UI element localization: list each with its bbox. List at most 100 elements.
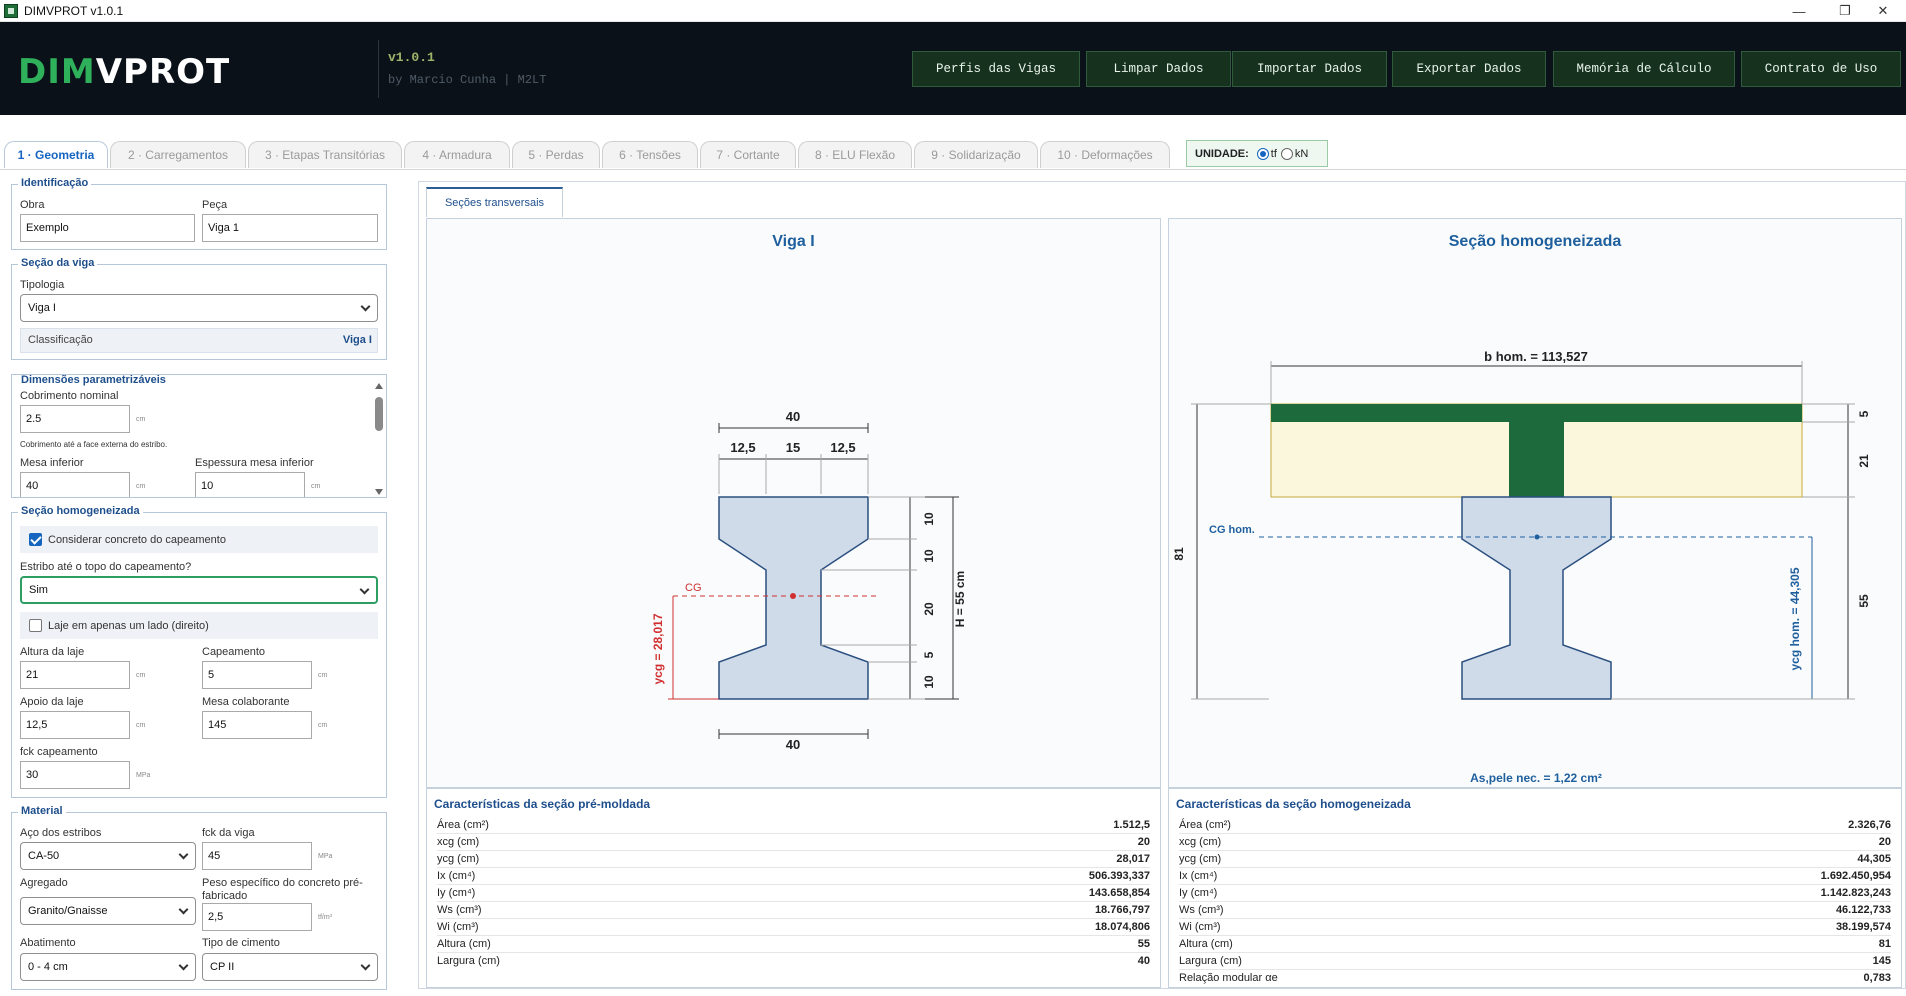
close-button[interactable]: ✕ <box>1860 0 1906 22</box>
agregado-label: Agregado <box>20 877 68 889</box>
tab-deformacoes[interactable]: 10 · Deformações <box>1040 141 1170 168</box>
chevron-down-icon <box>178 904 189 915</box>
peca-input[interactable]: Viga 1 <box>202 214 378 242</box>
fck-viga-input[interactable]: 45 <box>202 842 312 870</box>
limpar-dados-button[interactable]: Limpar Dados <box>1086 51 1231 87</box>
table-row: ycg (cm) 44,305 <box>1179 850 1891 867</box>
apoio-laje-input[interactable]: 12,5 <box>20 711 130 739</box>
table-row: Ws (cm³) 18.766,797 <box>437 901 1150 918</box>
laje-lado-checkbox[interactable] <box>29 619 42 632</box>
table-row: Relação modular αe 0,783 <box>1179 969 1891 986</box>
tab-tensoes[interactable]: 6 · Tensões <box>602 141 698 168</box>
cg-label: CG <box>685 582 702 594</box>
homog-beam-shape <box>1461 496 1612 700</box>
r2-label: 21 <box>1857 454 1871 468</box>
tab-perdas[interactable]: 5 · Perdas <box>512 141 600 168</box>
tab-solidarizacao[interactable]: 9 · Solidarização <box>914 141 1038 168</box>
mesa-colab-label: Mesa colaborante <box>202 696 290 708</box>
obra-input[interactable]: Exemplo <box>20 214 195 242</box>
dim-top-label: 40 <box>786 409 800 424</box>
tab-elu-flexao[interactable]: 8 · ELU Flexão <box>798 141 912 168</box>
tab-geometria[interactable]: 1 · Geometria <box>4 141 108 168</box>
capeamento-input[interactable]: 5 <box>202 661 312 689</box>
dim-c-label: 12,5 <box>830 440 855 455</box>
estribo-label: Estribo até o topo do capeamento? <box>20 561 192 573</box>
fieldset-dimensoes: Dimensões parametrizáveis Cobrimento nom… <box>11 374 387 498</box>
props-hom-title: Características da seção homogeneizada <box>1176 797 1411 811</box>
abatimento-select[interactable]: 0 - 4 cm <box>20 953 196 981</box>
window-title: DIMVPROT v1.0.1 <box>24 3 124 18</box>
perfis-vigas-button[interactable]: Perfis das Vigas <box>912 51 1080 87</box>
chevron-down-icon <box>359 584 370 595</box>
scroll-up-icon[interactable] <box>375 383 383 389</box>
considerar-checkbox[interactable] <box>29 533 42 546</box>
props-homogeneizada: Características da seção homogeneizada Á… <box>1168 788 1902 988</box>
tipologia-select[interactable]: Viga I <box>20 294 378 322</box>
cg-point <box>790 593 796 599</box>
tab-secoes-transversais[interactable]: Seções transversais <box>426 187 563 217</box>
contrato-uso-button[interactable]: Contrato de Uso <box>1741 51 1901 87</box>
legend-material: Material <box>18 805 66 817</box>
fck-cap-input[interactable]: 30 <box>20 761 130 789</box>
b-hom-label: b hom. = 113,527 <box>1484 349 1588 364</box>
window-titlebar: DIMVPROT v1.0.1 <box>0 0 1906 22</box>
cimento-select[interactable]: CP II <box>202 953 378 981</box>
peca-label: Peça <box>202 199 228 211</box>
importar-dados-button[interactable]: Importar Dados <box>1232 51 1387 87</box>
table-row: ycg (cm) 28,017 <box>437 850 1150 867</box>
capeamento-label: Capeamento <box>202 646 265 658</box>
table-row: Wi (cm³) 38.199,574 <box>1179 918 1891 935</box>
tab-etapas-transitorias[interactable]: 3 · Etapas Transitórias <box>248 141 402 168</box>
app-icon <box>4 3 18 18</box>
capeamento-unit: cm <box>318 672 328 679</box>
espessura-mesa-unit: cm <box>311 483 321 490</box>
table-row: Área (cm²) 2.326,76 <box>1179 818 1891 831</box>
chevron-down-icon <box>178 849 189 860</box>
altura-laje-unit: cm <box>136 672 146 679</box>
dim-bottom-label: 40 <box>786 737 800 752</box>
minimize-button[interactable]: — <box>1776 0 1822 22</box>
tab-armadura[interactable]: 4 · Armadura <box>404 141 510 168</box>
panel-viga-i: Viga I 40 12,5 15 12,5 CG ycg = 28,017 1… <box>426 218 1161 788</box>
aco-select[interactable]: CA-50 <box>20 842 196 870</box>
peso-especifico-input[interactable]: 2,5 <box>202 903 312 931</box>
mesa-inferior-input[interactable]: 40 <box>20 472 130 497</box>
tab-cortante[interactable]: 7 · Cortante <box>700 141 796 168</box>
exportar-dados-button[interactable]: Exportar Dados <box>1392 51 1546 87</box>
table-row: Altura (cm) 81 <box>1179 935 1891 952</box>
espessura-mesa-input[interactable]: 10 <box>195 472 305 497</box>
scroll-thumb[interactable] <box>375 397 383 431</box>
cimento-label: Tipo de cimento <box>202 937 280 949</box>
abatimento-label: Abatimento <box>20 937 76 949</box>
unit-kn-radio[interactable] <box>1280 147 1293 160</box>
h-label: H = 55 cm <box>953 571 967 627</box>
altura-laje-label: Altura da laje <box>20 646 85 658</box>
legend-identificacao: Identificação <box>18 177 92 189</box>
mesa-colab-input[interactable]: 145 <box>202 711 312 739</box>
table-row: Wi (cm³) 18.074,806 <box>437 918 1150 935</box>
cobrimento-input[interactable]: 2.5 <box>20 405 130 433</box>
agregado-select[interactable]: Granito/Gnaisse <box>20 897 196 925</box>
table-row: Iy (cm⁴) 1.142.823,243 <box>1179 884 1891 901</box>
unit-tf-label: tf <box>1270 147 1277 160</box>
estribo-select[interactable]: Sim <box>20 576 378 604</box>
table-row: Largura (cm) 40 <box>437 952 1150 969</box>
scroll-down-icon[interactable] <box>375 489 383 495</box>
web-cap-shape <box>1509 422 1564 497</box>
app-version: v1.0.1 <box>388 50 435 65</box>
table-row: Largura (cm) 145 <box>1179 952 1891 969</box>
unit-selector: UNIDADE: tf kN <box>1186 140 1328 167</box>
r3-label: 55 <box>1857 594 1871 608</box>
mesa-inferior-unit: cm <box>136 483 146 490</box>
mesa-inferior-label: Mesa inferior <box>20 457 84 469</box>
unit-tf-radio[interactable] <box>1256 147 1269 160</box>
cobrimento-unit: cm <box>136 416 146 423</box>
v4-label: 5 <box>922 651 936 658</box>
fck-cap-label: fck capeamento <box>20 746 98 758</box>
memoria-calculo-button[interactable]: Memória de Cálculo <box>1553 51 1735 87</box>
tab-carregamentos[interactable]: 2 · Carregamentos <box>110 141 246 168</box>
cg-hom-label: CG hom. <box>1209 524 1255 536</box>
v1-label: 10 <box>922 512 936 526</box>
altura-laje-input[interactable]: 21 <box>20 661 130 689</box>
dimensoes-scrollbar[interactable] <box>374 383 384 495</box>
